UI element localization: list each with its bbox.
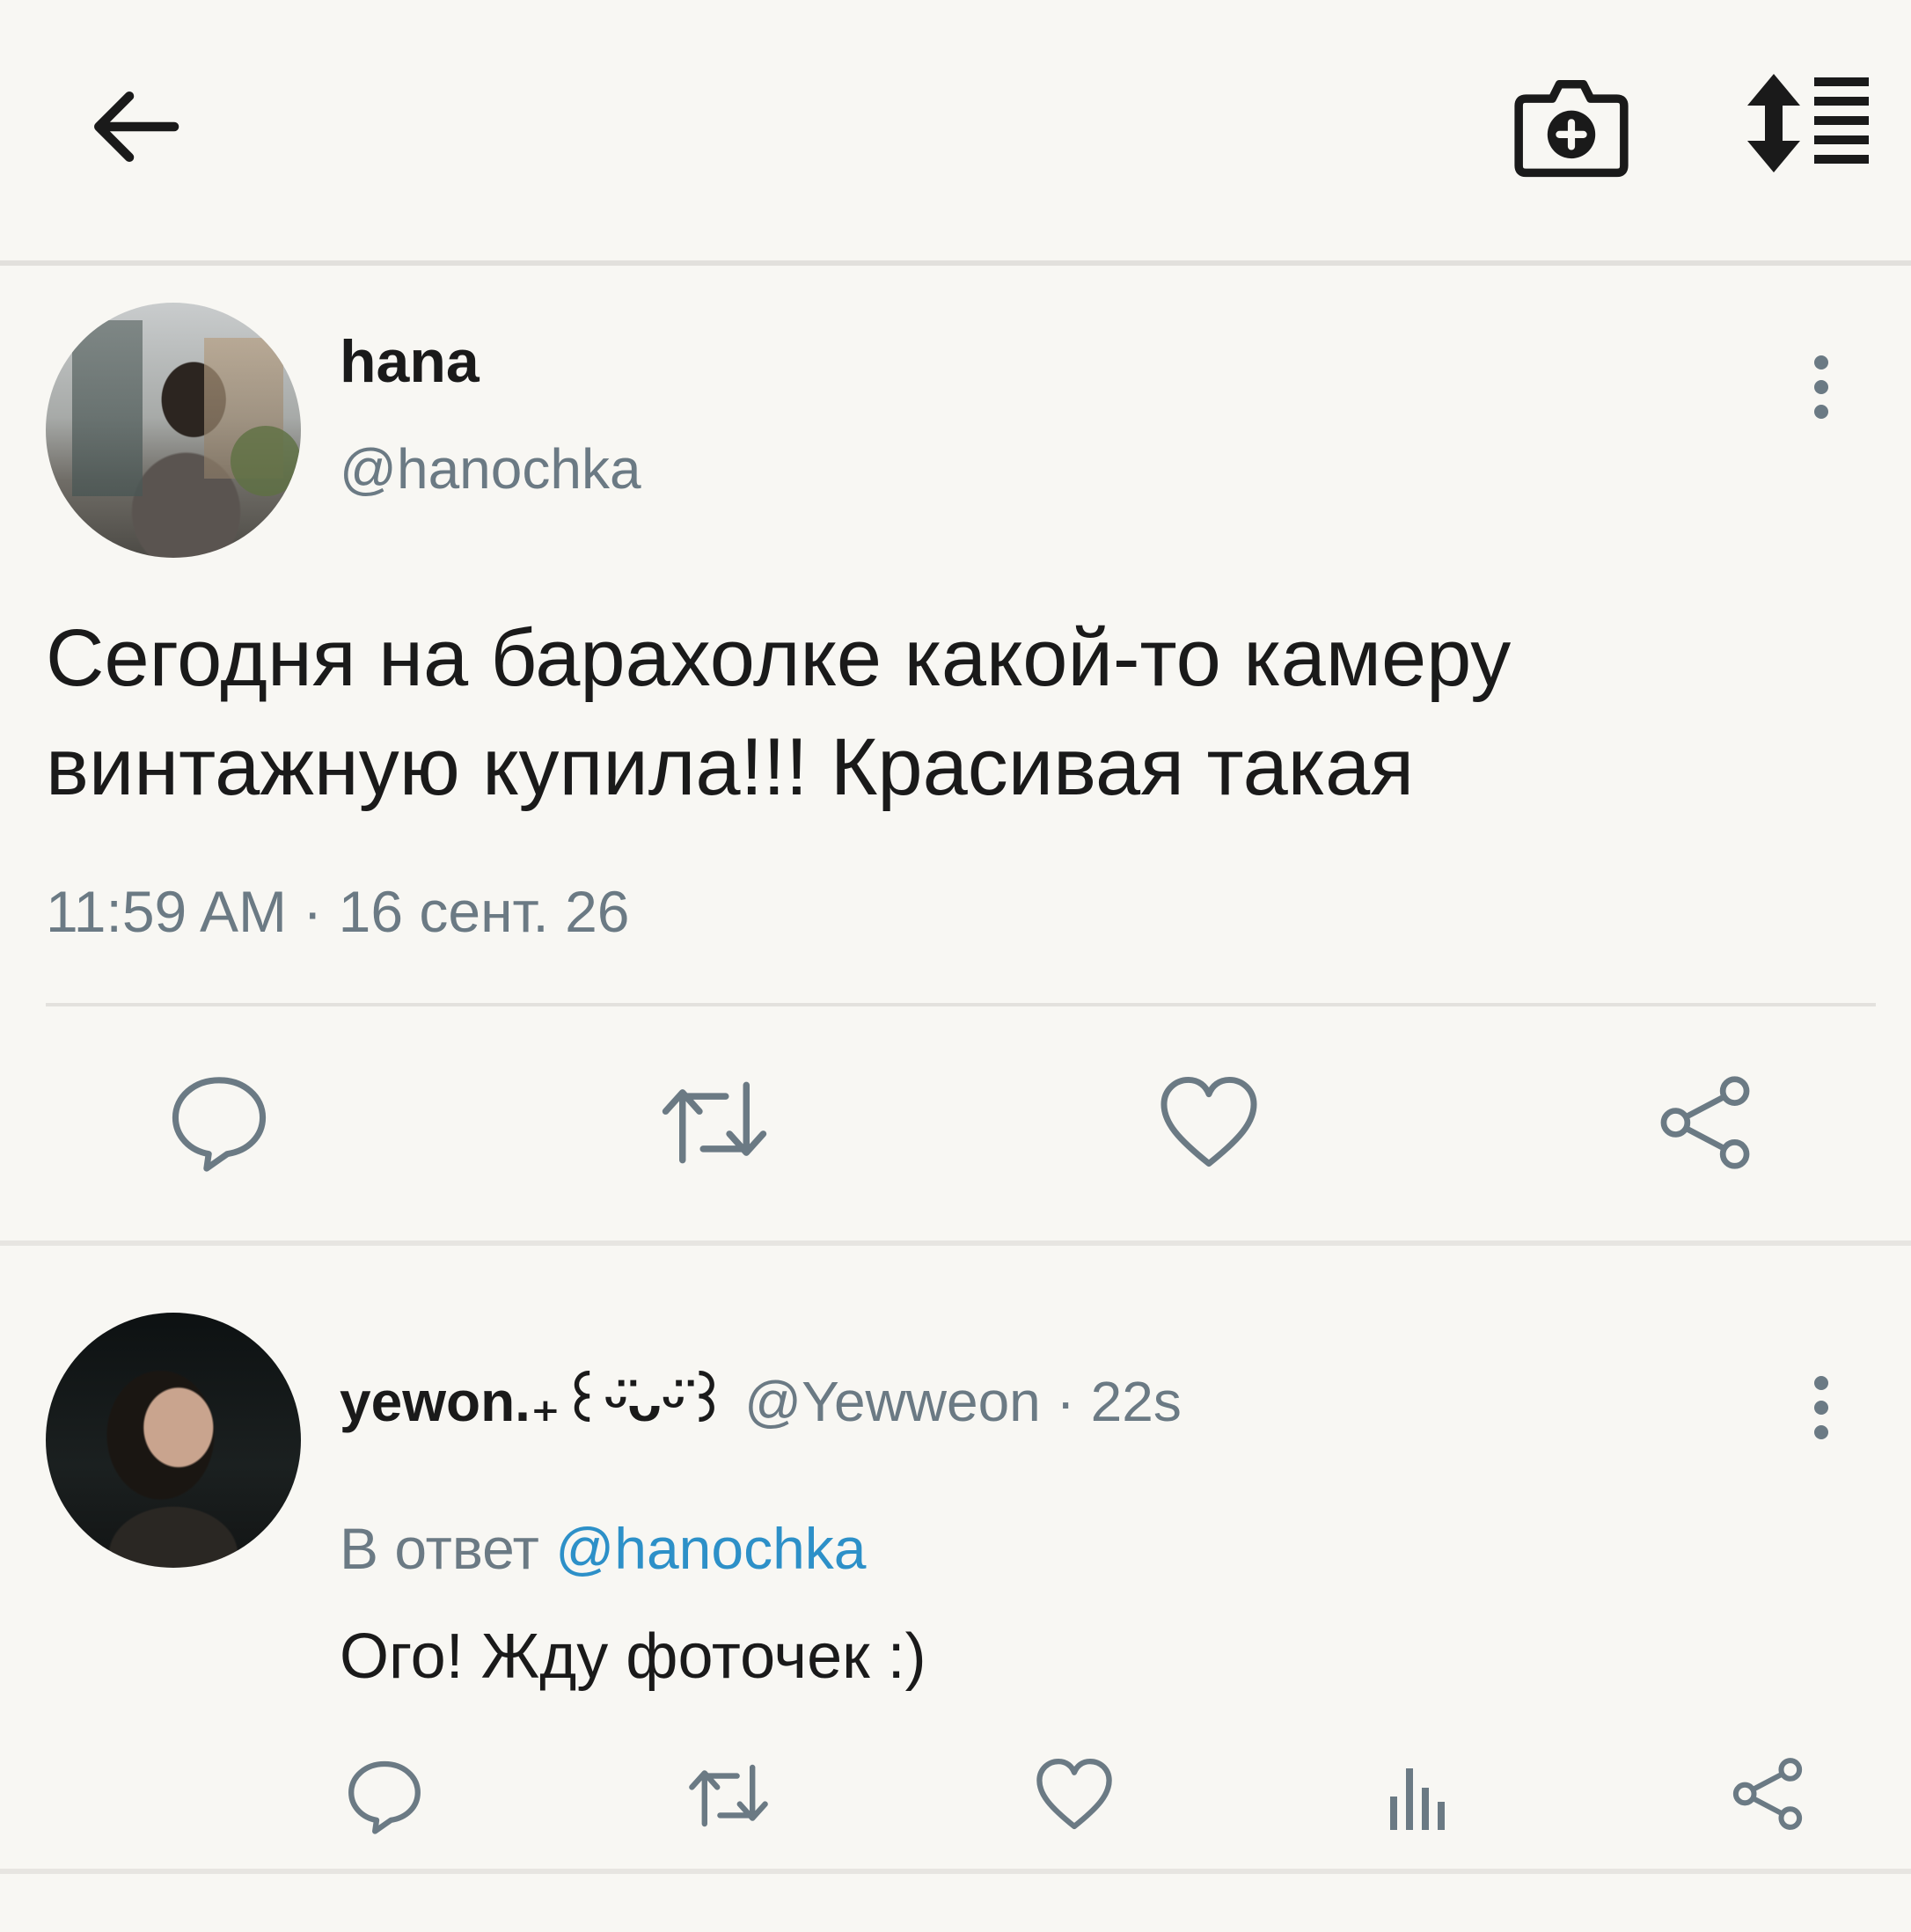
stats-icon[interactable] — [1387, 1756, 1450, 1833]
reply-icon[interactable] — [345, 1756, 424, 1835]
retweet-icon[interactable] — [686, 1760, 771, 1832]
more-options-icon[interactable] — [1795, 352, 1848, 422]
reply-avatar[interactable] — [46, 1313, 301, 1568]
avatar[interactable] — [46, 303, 301, 558]
reply-time: 22s — [1090, 1370, 1182, 1433]
tweet-text: Сегодня на барахолке какой-то камеру вин… — [46, 613, 1512, 812]
more-options-icon[interactable] — [1795, 1372, 1848, 1443]
share-icon[interactable] — [1730, 1754, 1805, 1833]
topbar-divider — [0, 260, 1911, 266]
reply-text: Ого! Жду фоточек :) — [340, 1621, 926, 1692]
bottom-divider — [0, 1869, 1911, 1874]
tweet-timestamp: 11:59 AM · 16 сент. 26 — [46, 879, 630, 944]
separator-dot: · — [1040, 1370, 1091, 1433]
divider — [46, 1003, 1876, 1006]
author-handle[interactable]: @hanochka — [340, 436, 641, 501]
in-reply-prefix: В ответ — [340, 1516, 556, 1581]
heart-icon[interactable] — [1035, 1756, 1114, 1832]
sort-list-icon[interactable] — [1742, 70, 1874, 176]
share-icon[interactable] — [1654, 1073, 1756, 1172]
camera-add-icon[interactable] — [1512, 65, 1631, 185]
author-name[interactable]: hana — [340, 327, 480, 396]
reply-header: yewon.₊꒰ᵕ̈ᴗᵕ̈꒱ @Yewweon · 22s — [340, 1360, 1182, 1435]
section-divider — [0, 1240, 1911, 1246]
reply-author-handle[interactable]: @Yewweon — [744, 1370, 1041, 1433]
reply-author-name[interactable]: yewon.₊꒰ᵕ̈ᴗᵕ̈꒱ — [340, 1370, 729, 1433]
reply-icon[interactable] — [167, 1070, 271, 1174]
retweet-icon[interactable] — [658, 1075, 771, 1170]
heart-icon[interactable] — [1158, 1073, 1260, 1170]
in-reply-mention-link[interactable]: @hanochka — [555, 1516, 866, 1581]
in-reply-to: В ответ @hanochka — [340, 1515, 867, 1582]
back-arrow-icon[interactable] — [84, 76, 187, 178]
